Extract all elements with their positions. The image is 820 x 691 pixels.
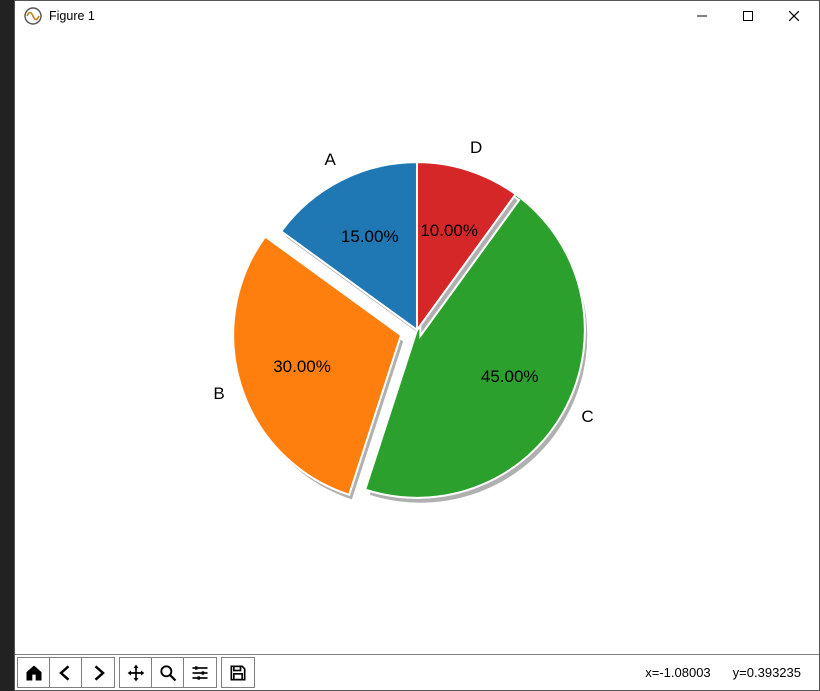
maximize-button[interactable] xyxy=(725,1,771,31)
background-edge xyxy=(0,0,14,691)
minimize-button[interactable] xyxy=(679,1,725,31)
pie-pct-B: 30.00% xyxy=(273,357,331,377)
forward-button[interactable] xyxy=(82,658,114,688)
pie-chart: A 15.00% B 30.00% C 45.00% D 10.00% xyxy=(182,95,652,565)
app-icon xyxy=(23,6,43,26)
home-button[interactable] xyxy=(18,658,50,688)
pie-label-D: D xyxy=(470,138,482,158)
figure-canvas[interactable]: A 15.00% B 30.00% C 45.00% D 10.00% xyxy=(15,31,819,654)
window-title: Figure 1 xyxy=(49,9,95,23)
pie-pct-C: 45.00% xyxy=(481,367,539,387)
configure-button[interactable] xyxy=(184,658,216,688)
figure-window: Figure 1 A 15.00% B 30.00% C 45.00% D 10.00% xyxy=(14,0,820,691)
navigation-toolbar: x=-1.08003 y=0.393235 xyxy=(15,654,819,690)
pie-label-B: B xyxy=(213,384,224,404)
pan-button[interactable] xyxy=(120,658,152,688)
coordinate-readout: x=-1.08003 y=0.393235 xyxy=(645,655,819,690)
pie-label-C: C xyxy=(581,407,593,427)
status-y: y=0.393235 xyxy=(733,665,801,680)
title-bar: Figure 1 xyxy=(15,1,819,31)
pie-label-A: A xyxy=(324,150,335,170)
back-button[interactable] xyxy=(50,658,82,688)
pie-pct-D: 10.00% xyxy=(420,221,478,241)
status-x: x=-1.08003 xyxy=(645,665,710,680)
save-button[interactable] xyxy=(222,658,254,688)
pie-pct-A: 15.00% xyxy=(341,227,399,247)
zoom-button[interactable] xyxy=(152,658,184,688)
close-button[interactable] xyxy=(771,1,817,31)
